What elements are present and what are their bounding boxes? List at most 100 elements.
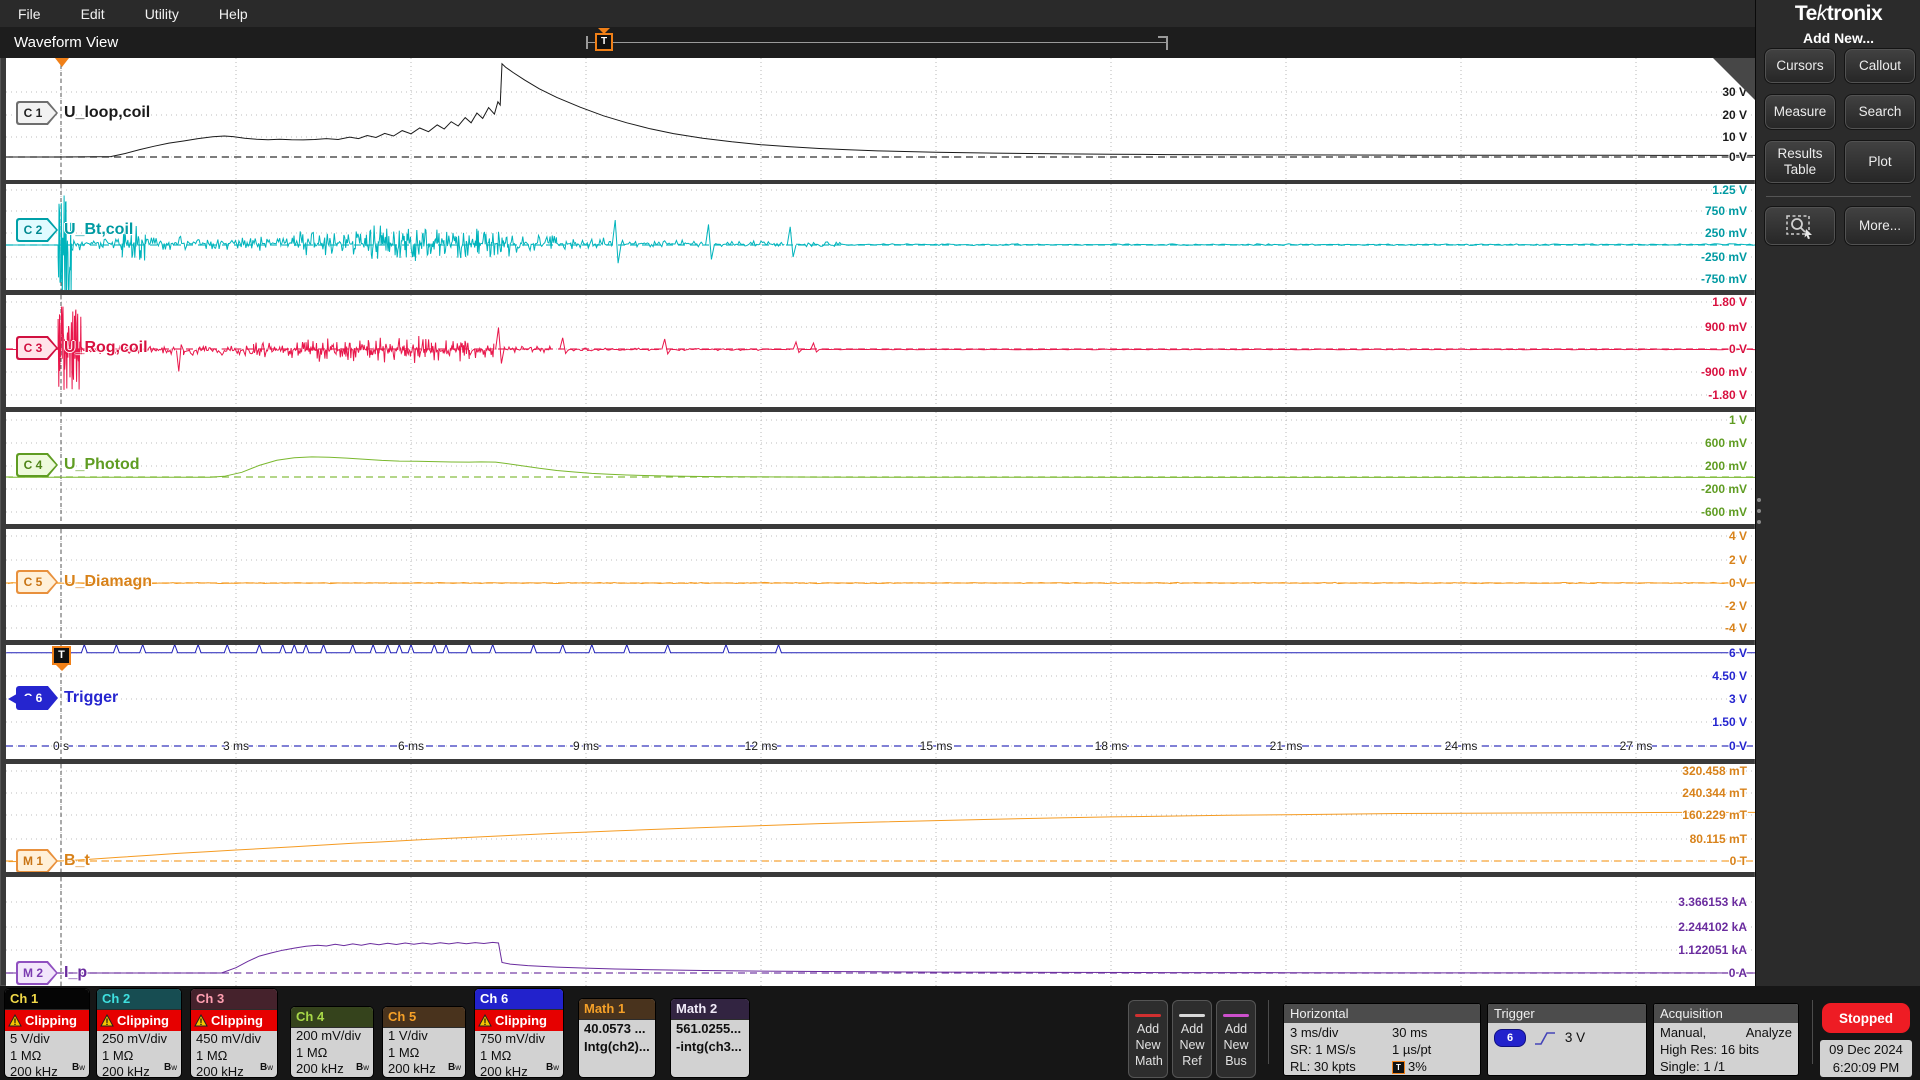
- measure-button[interactable]: Measure: [1764, 94, 1836, 130]
- bandwidth-badge: Bw: [163, 1062, 177, 1073]
- channel-tag-label: C 3: [23, 341, 43, 355]
- add-new-line: Bus: [1225, 1054, 1247, 1068]
- channel-tag-M2[interactable]: M 2: [16, 961, 58, 985]
- channel-name-C2[interactable]: U_Bt,coil: [64, 221, 133, 239]
- add-new-line: Add: [1180, 1022, 1204, 1036]
- channel-tag-M1[interactable]: M 1: [16, 849, 58, 872]
- magnifier-icon: [9, 62, 27, 80]
- slice-C5[interactable]: 4 V 2 V 0 V -2 V -4 V C 5 U_Diamagn: [6, 529, 1755, 640]
- time-tick-0: 0 s: [52, 739, 70, 753]
- trace-C3: [661, 338, 672, 356]
- channel-name-C6[interactable]: Trigger: [64, 689, 118, 707]
- scale-label-C2-3: -250 mV: [1700, 250, 1747, 264]
- badge-row-1: -intg(ch3...: [676, 1039, 742, 1054]
- acquisition-single: Single: 1 /1: [1660, 1059, 1726, 1074]
- scale-label-C6-4: 0 V: [1728, 739, 1747, 753]
- channel-name-C1[interactable]: U_loop,coil: [64, 104, 150, 122]
- channel-name-C3[interactable]: U_Rog,coil: [64, 339, 148, 357]
- time-tick-3: 9 ms: [572, 739, 599, 753]
- slice-M2[interactable]: 3.366153 kA 2.244102 kA 1.122051 kA 0 A M 2 I…: [6, 877, 1755, 986]
- acquisition-panel[interactable]: Acquisition Manual, Analyze High Res: 16 …: [1653, 1003, 1799, 1076]
- trace-C2: [796, 241, 843, 248]
- badge-row-0: 250 mV/div: [102, 1031, 168, 1046]
- svg-text:!: !: [484, 1017, 487, 1027]
- scale-label-C1-3: 0 V: [1728, 150, 1747, 164]
- zoom-select-icon: [1786, 215, 1812, 239]
- add-new-line: New: [1135, 1038, 1161, 1052]
- clipping-warning: ! Clipping: [191, 1010, 277, 1031]
- channel-tag-C5[interactable]: C 5: [16, 570, 58, 594]
- acquisition-detail: High Res: 16 bits: [1660, 1042, 1759, 1057]
- channel-tag-label: C 5: [23, 575, 43, 589]
- slice-M1[interactable]: 320.458 mT 240.344 mT 160.229 mT 80.115 mT 0…: [6, 764, 1755, 872]
- corner-zoom-area[interactable]: [1713, 58, 1755, 100]
- trace-C2: [713, 239, 785, 248]
- slice-C1[interactable]: 30 V 20 V 10 V0 VC 1 U_loop,coil: [6, 58, 1755, 180]
- badge-math2[interactable]: Math 2 561.0255... -intg(ch3...: [670, 998, 750, 1078]
- trace-C3: [183, 344, 254, 358]
- badge-ch6[interactable]: Ch 6! Clipping 750 mV/div 1 MΩ 200 kHz Bw: [474, 988, 564, 1078]
- plot-button[interactable]: Plot: [1844, 140, 1916, 184]
- trace-C6: [6, 645, 1755, 654]
- channel-name-M2[interactable]: I_p: [64, 964, 87, 982]
- horizontal-panel-title: Horizontal: [1284, 1004, 1480, 1023]
- search-button[interactable]: Search: [1844, 94, 1916, 130]
- results-table-button[interactable]: Results Table: [1764, 140, 1836, 184]
- trace-C2: [57, 195, 72, 290]
- badge-math1[interactable]: Math 1 40.0573 ... Intg(ch2)...: [578, 998, 656, 1078]
- scale-label-C5-2: 0 V: [1728, 576, 1747, 590]
- clipping-label: Clipping: [117, 1013, 169, 1028]
- scale-label-C2-0: 1.25 V: [1712, 184, 1747, 197]
- badge-row-0: 5 V/div: [10, 1031, 50, 1046]
- scale-label-C6-1: 4.50 V: [1712, 669, 1747, 683]
- add-new-ref-button[interactable]: Add New Ref: [1172, 1000, 1212, 1078]
- slice-C4[interactable]: 1 V 600 mV 200 mV -200 mV -600 mV C 4 U_Photod: [6, 412, 1755, 524]
- time-tick-9: 27 ms: [1619, 739, 1653, 753]
- badge-ch3[interactable]: Ch 3! Clipping 450 mV/div 1 MΩ 200 kHz Bw: [190, 988, 278, 1078]
- more-button[interactable]: More...: [1844, 206, 1916, 246]
- svg-text:!: !: [200, 1017, 203, 1027]
- run-stop-status-button[interactable]: Stopped: [1822, 1003, 1910, 1033]
- channel-tag-C2[interactable]: C 2: [16, 218, 58, 242]
- channel-name-C4[interactable]: U_Photod: [64, 456, 140, 474]
- trace-C2: [428, 228, 511, 259]
- trace-C4: [8, 456, 1755, 478]
- trace-C1: [8, 62, 1755, 158]
- add-new-bus-button[interactable]: Add New Bus: [1216, 1000, 1256, 1078]
- warning-icon: !: [100, 1014, 114, 1027]
- bandwidth-badge: Bw: [447, 1062, 461, 1073]
- panel-drag-handle[interactable]: [1757, 498, 1761, 531]
- badge-header: Ch 3: [191, 989, 277, 1010]
- trigger-source-flag[interactable]: T: [52, 646, 71, 665]
- badge-ch4[interactable]: Ch 4 200 mV/div 1 MΩ 200 kHz Bw: [290, 1006, 374, 1078]
- badge-ch1[interactable]: Ch 1! Clipping 5 V/div 1 MΩ 200 kHz Bw: [4, 988, 90, 1078]
- clipping-warning: ! Clipping: [475, 1010, 563, 1031]
- zoom-select-button[interactable]: [1764, 206, 1836, 246]
- slice-C6[interactable]: 6 V 4.50 V3 V 1.50 V0 VC 6 Trigger T 0 s3 ms 6…: [6, 645, 1755, 759]
- cursors-button[interactable]: Cursors: [1764, 48, 1836, 84]
- sample-rate: SR: 1 MS/s: [1290, 1042, 1356, 1057]
- oscilloscope-app: File Edit Utility Help Waveform View T 3…: [0, 0, 1920, 1080]
- badge-ch2[interactable]: Ch 2! Clipping 250 mV/div 1 MΩ 200 kHz Bw: [96, 988, 182, 1078]
- channel-tag-C3[interactable]: C 3: [16, 336, 58, 360]
- scale-label-C3-4: -1.80 V: [1708, 388, 1747, 402]
- channel-name-M1[interactable]: B_t: [64, 852, 90, 870]
- horizontal-panel[interactable]: Horizontal 3 ms/div 30 ms SR: 1 MS/s 1 µs/…: [1283, 1003, 1481, 1076]
- channel-tag-C4[interactable]: C 4: [16, 453, 58, 477]
- bandwidth-badge: Bw: [545, 1062, 559, 1073]
- scale-label-C4-1: 600 mV: [1704, 436, 1747, 450]
- add-new-math-button[interactable]: Add New Math: [1128, 1000, 1168, 1078]
- trigger-level-arrow[interactable]: [6, 690, 32, 708]
- slice-C2[interactable]: 1.25 V 750 mV 250 mV -250 mV -750 mV C 2 U_Bt,…: [6, 184, 1755, 290]
- callout-button[interactable]: Callout: [1844, 48, 1916, 84]
- slice-C3[interactable]: 1.80 V 900 mV 0 V -900 mV -1.80 V C 3 U_Rog,co…: [6, 295, 1755, 407]
- channel-tag-C1[interactable]: C 1: [16, 101, 58, 125]
- svg-text:!: !: [106, 1017, 109, 1027]
- badge-row-0: 200 mV/div: [296, 1028, 362, 1043]
- trigger-panel[interactable]: Trigger 6 3 V: [1487, 1003, 1647, 1076]
- trace-C2: [509, 233, 558, 253]
- channel-name-C5[interactable]: U_Diamagn: [64, 573, 152, 591]
- badge-ch5[interactable]: Ch 51 V/div 1 MΩ 200 kHz Bw: [382, 1006, 466, 1078]
- scale-label-C1-2: 10 V: [1722, 130, 1747, 144]
- add-new-title: Add New...: [1802, 30, 1875, 46]
